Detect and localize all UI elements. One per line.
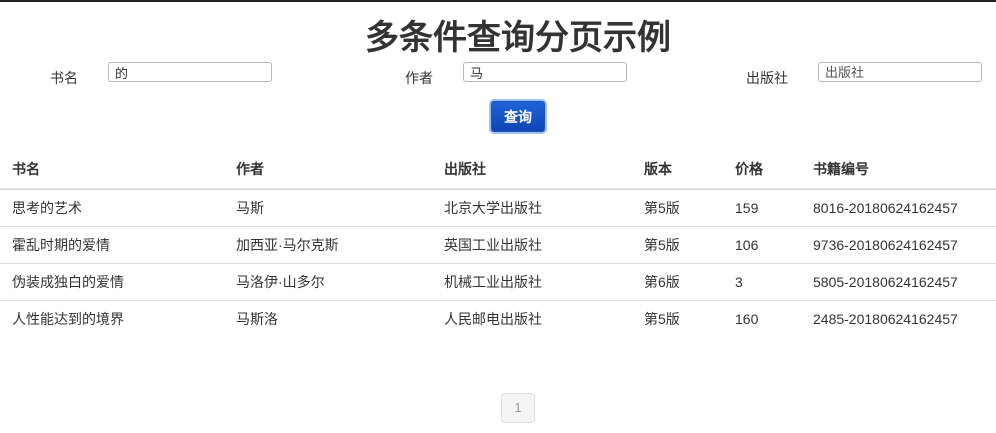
cell-edition: 第5版 <box>644 311 680 327</box>
publisher-label: 出版社 <box>746 70 788 86</box>
cell-price: 3 <box>723 263 801 301</box>
table-row: 思考的艺术 马斯 北京大学出版社 第5版 159 8016-2018062416… <box>0 189 996 227</box>
cell-book-id: 2485-20180624162457 <box>813 311 958 327</box>
cell-publisher: 机械工业出版社 <box>432 263 632 301</box>
cell-author: 马洛伊·山多尔 <box>224 263 432 301</box>
author-label: 作者 <box>405 70 433 86</box>
table-header-row: 书名 作者 出版社 版本 价格 书籍编号 <box>0 150 996 190</box>
column-header-price: 价格 <box>723 150 801 190</box>
page-title: 多条件查询分页示例 <box>365 19 671 57</box>
book-name-label: 书名 <box>50 70 78 86</box>
publisher-input[interactable] <box>818 62 982 82</box>
cell-book-id: 8016-20180624162457 <box>801 189 996 227</box>
cell-edition: 第5版 <box>632 189 723 227</box>
cell-edition: 第6版 <box>632 263 723 301</box>
cell-book-name: 伪装成独白的爱情 <box>0 263 224 301</box>
table-row: 伪装成独白的爱情 马洛伊·山多尔 机械工业出版社 第6版 3 5805-2018… <box>0 263 996 301</box>
column-header-book-id: 书籍编号 <box>801 150 996 190</box>
query-button[interactable]: 查询 <box>491 101 545 132</box>
cell-publisher: 英国工业出版社 <box>432 226 632 264</box>
pagination-page-1[interactable]: 1 <box>501 393 535 423</box>
cell-publisher: 北京大学出版社 <box>432 189 632 227</box>
cell-price: 106 <box>723 226 801 264</box>
book-table: 书名 作者 出版社 版本 价格 书籍编号 思考的艺术 马斯 北京大学出版社 第5… <box>0 150 996 337</box>
author-input[interactable] <box>463 62 627 82</box>
column-header-edition: 版本 <box>632 150 723 190</box>
cell-price: 160 <box>735 311 759 327</box>
column-header-publisher: 出版社 <box>432 150 632 190</box>
cell-edition: 第5版 <box>632 226 723 264</box>
column-header-book-name: 书名 <box>0 150 224 190</box>
table-row: 霍乱时期的爱情 加西亚·马尔克斯 英国工业出版社 第5版 106 9736-20… <box>0 226 996 264</box>
column-header-author: 作者 <box>224 150 432 190</box>
cell-book-id: 5805-20180624162457 <box>801 263 996 301</box>
cell-author: 马斯 <box>224 189 432 227</box>
book-name-input[interactable] <box>108 62 272 82</box>
cell-price: 159 <box>723 189 801 227</box>
cell-author: 马斯洛 <box>236 311 278 327</box>
cell-book-name: 人性能达到的境界 <box>12 311 124 327</box>
cell-book-name: 思考的艺术 <box>0 189 224 227</box>
table-row: 人性能达到的境界 马斯洛 人民邮电出版社 第5版 160 2485-201806… <box>0 301 996 338</box>
cell-author: 加西亚·马尔克斯 <box>224 226 432 264</box>
cell-book-name: 霍乱时期的爱情 <box>0 226 224 264</box>
cell-publisher: 人民邮电出版社 <box>444 311 542 327</box>
cell-book-id: 9736-20180624162457 <box>801 226 996 264</box>
